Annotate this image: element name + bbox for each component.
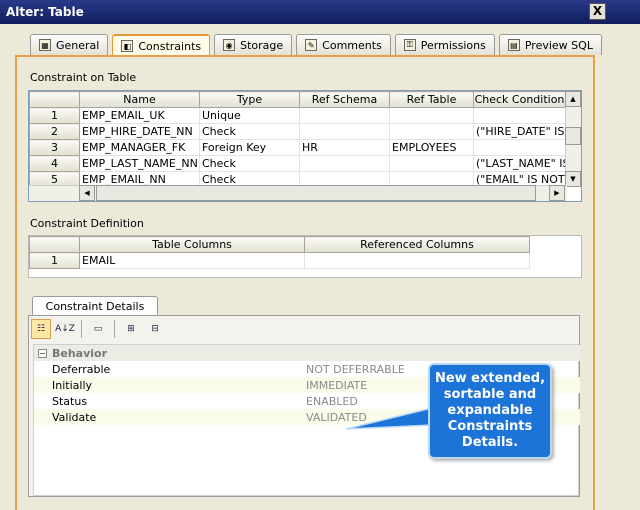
categorized-icon[interactable]: ☷ [31,319,51,339]
column-header[interactable]: Referenced Columns [304,236,530,253]
column-header[interactable]: Ref Schema [299,91,390,108]
table-row[interactable]: 1 EMP_EMAIL_UK Unique [29,107,566,124]
column-header[interactable]: Check Condition [473,91,566,108]
table-row[interactable]: 3 EMP_MANAGER_FK Foreign Key HR EMPLOYEES [29,139,566,156]
tab-constraints[interactable]: ◧ Constraints [112,34,211,56]
collapse-all-icon[interactable]: ⊟ [145,319,165,339]
close-button[interactable]: X [589,3,606,20]
tab-permissions[interactable]: ⚿ Permissions [394,34,495,55]
scroll-right-icon[interactable]: ▶ [549,185,565,201]
callout-note: New extended, sortable and expandable Co… [428,363,552,459]
toolbar-separator [81,320,82,338]
scroll-thumb[interactable] [565,127,581,145]
tab-constraint-details[interactable]: Constraint Details [32,296,158,316]
constraint-on-table-label: Constraint on Table [30,71,137,84]
table-row[interactable]: 4EMP_LAST_NAME_NNCheck("LAST_NAME" IS ..… [29,155,566,172]
window-title: Alter: Table [6,5,84,19]
vertical-scrollbar[interactable]: ▲ ▼ [565,91,581,187]
constraints-grid: Name Type Ref Schema Ref Table Check Con… [28,90,582,202]
tab-strip: ▦ General ◧ Constraints ◉ Storage ✎ Comments… [30,34,606,56]
definition-grid: Table Columns Referenced Columns 1 EMAIL [28,235,582,278]
title-bar: Alter: Table X [0,0,640,24]
column-header[interactable]: Table Columns [79,236,305,253]
column-header[interactable]: Type [199,91,300,108]
callout-pointer [345,407,433,430]
property-pages-icon[interactable]: ▭ [88,319,108,339]
grid-corner [29,91,80,108]
column-header[interactable]: Name [79,91,200,108]
details-toolbar: ☷ A↓Z ▭ ⊞ ⊟ [31,318,165,340]
scroll-down-icon[interactable]: ▼ [565,171,581,187]
tab-storage[interactable]: ◉ Storage [214,34,293,55]
sql-icon: ▤ [507,39,520,51]
table-row[interactable]: 1 EMAIL [29,252,530,269]
tab-general[interactable]: ▦ General [30,34,109,55]
tab-preview-sql[interactable]: ▤ Preview SQL [498,34,602,55]
folder-icon: ◧ [121,40,134,52]
category-behavior[interactable]: − Behavior [34,345,580,361]
column-header[interactable]: Ref Table [389,91,474,108]
window-edge [626,24,640,510]
toolbar-separator [114,320,115,338]
table-row[interactable]: 2EMP_HIRE_DATE_NNCheck("HIRE_DATE" IS ..… [29,123,566,140]
tab-comments[interactable]: ✎ Comments [296,34,391,55]
key-icon: ⚿ [403,39,416,51]
scroll-thumb[interactable] [96,185,536,201]
grid-corner [29,236,80,253]
horizontal-scrollbar[interactable]: ◀ ▶ [29,185,567,201]
disk-icon: ◉ [223,39,236,51]
scroll-left-icon[interactable]: ◀ [79,185,95,201]
grid-icon: ▦ [39,39,51,51]
sort-az-icon[interactable]: A↓Z [55,319,75,339]
note-icon: ✎ [305,39,318,51]
scroll-up-icon[interactable]: ▲ [565,91,581,107]
constraint-definition-label: Constraint Definition [30,217,144,230]
expand-all-icon[interactable]: ⊞ [121,319,141,339]
collapse-icon[interactable]: − [38,348,47,358]
